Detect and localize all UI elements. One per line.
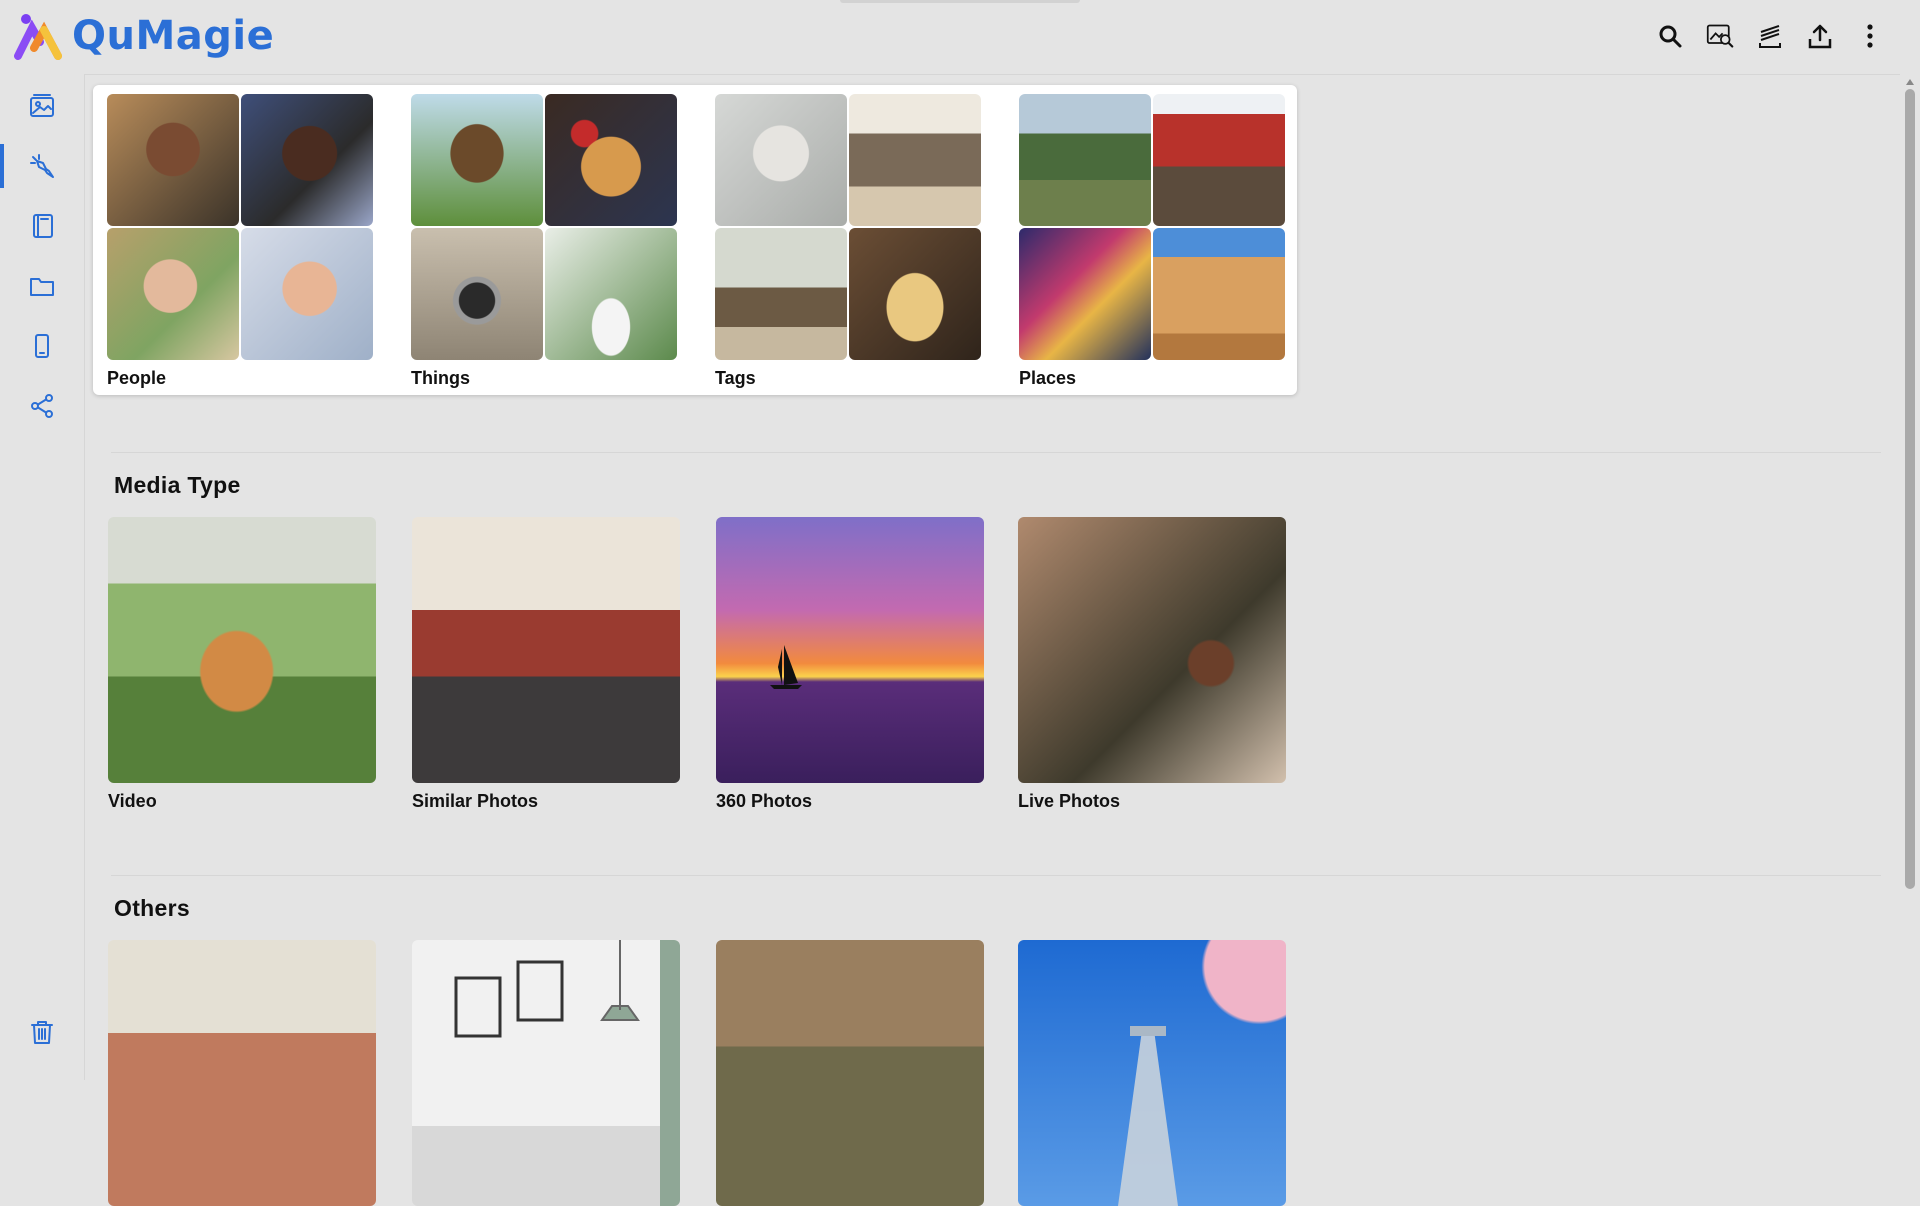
photo-thumbnail xyxy=(545,94,677,226)
photo-thumbnail xyxy=(545,228,677,360)
stack-icon xyxy=(1759,25,1781,48)
category-places[interactable]: Places xyxy=(1019,94,1289,389)
photo-thumbnail xyxy=(1019,228,1151,360)
photo-thumbnail xyxy=(241,228,373,360)
section-title-media-type: Media Type xyxy=(114,472,241,498)
scrollbar-thumb[interactable] xyxy=(1905,89,1915,889)
photo-thumbnail xyxy=(107,94,239,226)
media-card-label: Live Photos xyxy=(1018,791,1121,811)
others-thumbnail xyxy=(108,940,376,1206)
logo-mark-icon xyxy=(14,14,62,60)
sidebar-item-share[interactable] xyxy=(0,378,84,434)
photo-thumbnail xyxy=(241,94,373,226)
others-thumbnail xyxy=(716,940,984,1206)
search-icon xyxy=(1659,25,1682,48)
photo-thumbnail xyxy=(715,94,847,226)
category-thumbnails xyxy=(107,94,377,360)
sidebar-item-ai[interactable] xyxy=(0,138,84,194)
photo-thumbnail xyxy=(107,228,239,360)
category-tags[interactable]: Tags xyxy=(715,94,985,389)
category-thumbnails xyxy=(715,94,985,360)
more-button[interactable] xyxy=(1856,18,1884,54)
sailboat-icon xyxy=(770,645,802,689)
similar-photos-thumbnail xyxy=(412,517,680,783)
scroll-up-arrow[interactable] xyxy=(1906,79,1914,85)
photos-icon xyxy=(30,94,54,117)
category-people[interactable]: People xyxy=(107,94,377,389)
sidebar-item-folders[interactable] xyxy=(0,258,84,314)
photo-thumbnail xyxy=(1019,94,1151,226)
photo-thumbnail xyxy=(1153,94,1285,226)
photo-thumbnail xyxy=(849,94,981,226)
top-bar: QuMagie xyxy=(0,0,1920,74)
section-divider xyxy=(111,875,1881,876)
app-logo[interactable]: QuMagie xyxy=(14,12,274,60)
sidebar-item-albums[interactable] xyxy=(0,198,84,254)
share-icon xyxy=(31,394,53,418)
category-label: Tags xyxy=(715,368,756,388)
top-shadow xyxy=(840,0,1080,3)
media-card-label: Video xyxy=(108,791,157,811)
media-card-360-photos[interactable]: 360 Photos xyxy=(716,517,984,812)
app-name: QuMagie xyxy=(72,13,275,59)
search-button[interactable] xyxy=(1656,18,1684,54)
ai-icon xyxy=(30,154,54,178)
photo-thumbnail xyxy=(1153,228,1285,360)
others-card[interactable] xyxy=(1018,940,1286,1206)
upload-button[interactable] xyxy=(1806,18,1834,54)
live-photos-thumbnail xyxy=(1018,517,1286,783)
device-icon xyxy=(35,334,49,358)
others-thumbnail xyxy=(1018,940,1286,1206)
upload-icon xyxy=(1808,24,1832,49)
category-label: Places xyxy=(1019,368,1077,388)
folder-icon xyxy=(30,278,54,296)
sidebar xyxy=(0,74,85,1080)
others-thumbnail xyxy=(412,940,680,1206)
photo-thumbnail xyxy=(849,228,981,360)
photo-thumbnail xyxy=(715,228,847,360)
others-card[interactable] xyxy=(412,940,680,1206)
category-thumbnails xyxy=(411,94,681,360)
stack-button[interactable] xyxy=(1756,18,1784,54)
media-card-video[interactable]: Video xyxy=(108,517,376,812)
others-card[interactable] xyxy=(108,940,376,1206)
360-photos-thumbnail xyxy=(716,517,984,783)
sidebar-item-photos[interactable] xyxy=(0,78,84,134)
album-icon xyxy=(33,214,53,238)
photo-thumbnail xyxy=(411,228,543,360)
top-actions xyxy=(1656,18,1884,54)
category-thumbnails xyxy=(1019,94,1289,360)
media-card-live-photos[interactable]: Live Photos xyxy=(1018,517,1286,812)
category-label: People xyxy=(107,368,167,388)
trash-icon xyxy=(31,1021,53,1044)
sidebar-item-devices[interactable] xyxy=(0,318,84,374)
vertical-scrollbar[interactable] xyxy=(1902,75,1918,1080)
media-card-similar-photos[interactable]: Similar Photos xyxy=(412,517,680,812)
video-thumbnail xyxy=(108,517,376,783)
section-divider xyxy=(111,452,1881,453)
category-label: Things xyxy=(411,368,470,388)
main-content: People Things Tags Places Media Type Vid… xyxy=(85,75,1900,1206)
sidebar-item-trash[interactable] xyxy=(0,1004,84,1060)
room-decor-icon xyxy=(454,940,680,1206)
others-card[interactable] xyxy=(716,940,984,1206)
category-things[interactable]: Things xyxy=(411,94,681,389)
category-card: People Things Tags Places xyxy=(93,85,1297,395)
image-search-button[interactable] xyxy=(1706,18,1734,54)
photo-thumbnail xyxy=(411,94,543,226)
tower-icon xyxy=(1118,1026,1178,1206)
media-card-label: Similar Photos xyxy=(412,791,539,811)
more-vertical-icon xyxy=(1867,24,1873,48)
media-card-label: 360 Photos xyxy=(716,791,813,811)
image-search-icon xyxy=(1706,24,1734,48)
section-title-others: Others xyxy=(114,895,190,921)
